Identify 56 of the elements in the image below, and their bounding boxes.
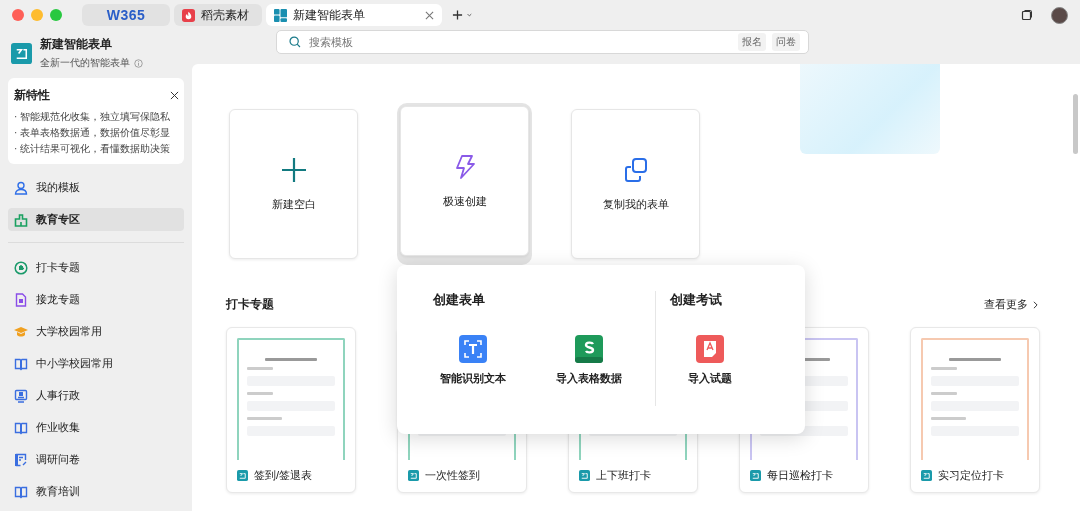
app-title: 新建智能表单 <box>40 36 113 53</box>
form-icon <box>237 469 248 481</box>
search-tag[interactable]: 问卷 <box>772 33 800 51</box>
spreadsheet-icon <box>575 335 603 363</box>
sidebar-item[interactable]: 中小学校园常用 <box>8 352 184 375</box>
plus-icon <box>280 156 307 183</box>
search-icon <box>289 36 301 48</box>
template-card[interactable]: 签到/签退表 <box>226 327 356 493</box>
sidebar-item[interactable]: 作业收集 <box>8 416 184 439</box>
sidebar-item[interactable]: 我的模板 <box>8 176 184 199</box>
browser-tab[interactable]: 稻壳素材 <box>174 4 262 26</box>
close-window-button[interactable] <box>12 9 24 21</box>
app-subtitle: 全新一代的智能表单 <box>40 56 130 70</box>
menu-action[interactable]: 导入表格数据 <box>549 335 629 386</box>
sidebar-item[interactable]: 打卡专题 <box>8 256 184 279</box>
menu-section-title: 创建考试 <box>670 291 723 309</box>
view-more-link[interactable]: 查看更多 <box>984 297 1038 312</box>
browser-tab[interactable]: W365 <box>82 4 170 26</box>
create-card[interactable]: 复制我的表单 <box>571 109 700 259</box>
scrollbar[interactable] <box>1073 94 1078 154</box>
form-icon <box>408 469 419 481</box>
create-card[interactable]: 新建空白 <box>229 109 358 259</box>
sidebar-item[interactable]: 调研问卷 <box>8 448 184 471</box>
new-tab-icon[interactable] <box>452 9 474 21</box>
exam-paper-icon <box>696 335 724 363</box>
browser-tab[interactable]: 新建智能表单 <box>266 4 442 26</box>
window-icon[interactable] <box>1021 9 1033 21</box>
flame-icon <box>182 8 195 22</box>
sidebar-item[interactable]: 人事行政 <box>8 384 184 407</box>
menu-action[interactable]: 导入试题 <box>670 335 750 386</box>
sidebar-item[interactable]: 接龙专题 <box>8 288 184 311</box>
search-field[interactable]: 搜索模板 报名 问卷 <box>276 30 809 54</box>
grid-icon <box>274 8 287 22</box>
text-scan-icon <box>459 335 487 363</box>
chevron-right-icon <box>1033 300 1038 309</box>
sidebar-item[interactable]: 教育专区 <box>8 208 184 231</box>
sidebar-item[interactable]: 大学校园常用 <box>8 320 184 343</box>
section-title: 打卡专题 <box>226 296 274 313</box>
feature-item: · 智能规范化收集，独立填写保隐私 <box>14 110 172 123</box>
form-icon <box>579 469 590 481</box>
sidebar-item[interactable]: 教育培训 <box>8 480 184 503</box>
create-card[interactable]: 极速创建 <box>400 106 529 256</box>
form-icon <box>750 469 761 481</box>
form-app-icon <box>11 42 32 64</box>
search-tag[interactable]: 报名 <box>738 33 766 51</box>
info-icon[interactable] <box>134 58 143 68</box>
card-title: 新特性 <box>14 87 50 104</box>
feature-item: · 表单表格数据通，数据价值尽彰显 <box>14 126 172 139</box>
close-icon[interactable] <box>170 91 179 100</box>
avatar[interactable] <box>1051 6 1068 24</box>
feature-item: · 统计结果可视化，看懂数据助决策 <box>14 142 172 155</box>
copy-icon <box>622 156 649 183</box>
form-icon <box>921 469 932 481</box>
menu-action[interactable]: 智能识别文本 <box>433 335 513 386</box>
menu-section-title: 创建表单 <box>433 291 486 309</box>
template-card[interactable]: 实习定位打卡 <box>910 327 1040 493</box>
